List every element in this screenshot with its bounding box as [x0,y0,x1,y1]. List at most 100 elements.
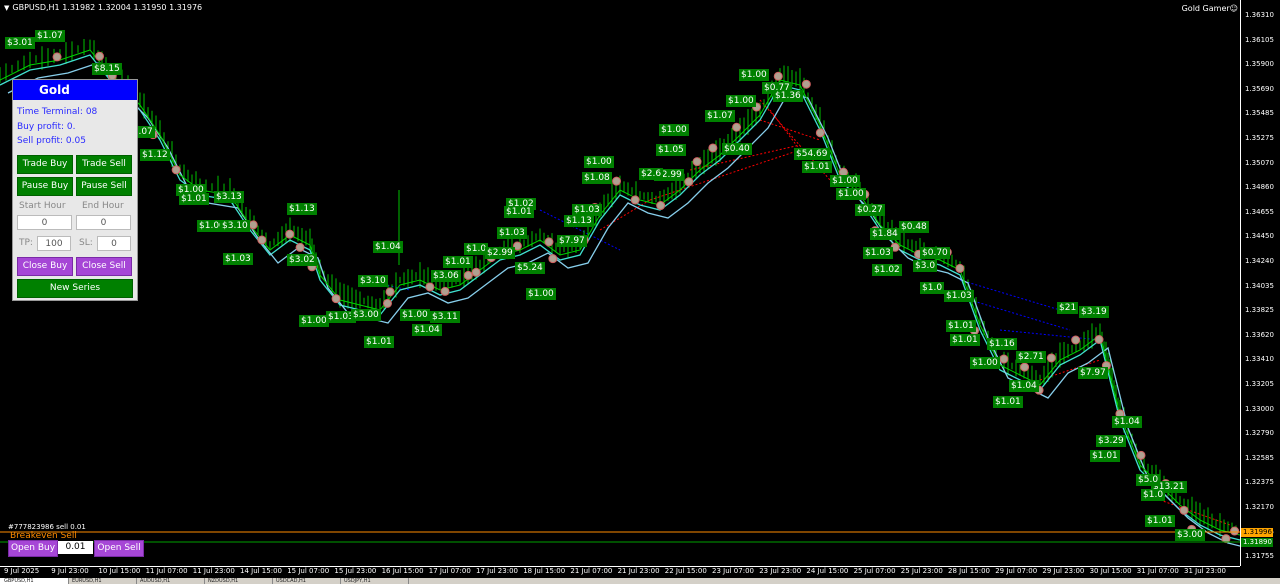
trade-marker [285,229,295,239]
tab-usdcad-h1[interactable]: USDCAD,H1 [272,578,341,584]
trade-marker [999,354,1009,364]
profit-label: $1.0 [1141,489,1166,501]
time-terminal: Time Terminal: 08 [17,107,98,117]
trade-buy-button[interactable]: Trade Buy [17,155,73,174]
close-buy-button[interactable]: Close Buy [17,257,73,276]
profit-label: $1.01 [443,256,473,268]
open-buy-button[interactable]: Open Buy [8,540,58,557]
profit-label: $1.01 [179,193,209,205]
profit-label: $1.0 [920,282,945,294]
time-tick: 21 Jul 07:00 [570,567,613,575]
trade-marker [548,254,558,264]
tp-price-tag: 1.31890 [1241,538,1273,547]
trade-marker [295,242,305,252]
pause-buy-button[interactable]: Pause Buy [17,177,73,196]
trade-marker [1046,353,1056,363]
tp-label: TP: [19,238,33,248]
new-series-button[interactable]: New Series [17,279,133,298]
profit-label: $1.84 [870,228,900,240]
ea-name: Gold Gamer☺ [1181,4,1238,13]
trade-marker [955,263,965,273]
price-tick: 1.32585 [1245,453,1274,462]
time-tick: 30 Jul 15:00 [1089,567,1132,575]
profit-label: $1.02 [872,264,902,276]
price-tick: 1.34035 [1245,281,1274,290]
time-tick: 25 Jul 23:00 [900,567,943,575]
price-axis[interactable]: 1.36310 1.36105 1.35900 1.35690 1.35485 1.352… [1240,0,1280,566]
tab-usdjpy-h1[interactable]: USDJPY,H1 [340,578,409,584]
profit-label: $1.00 [400,309,430,321]
trade-marker [385,287,395,297]
profit-label: $1.36 [773,90,803,102]
time-tick: 29 Jul 23:00 [1042,567,1085,575]
trade-marker [52,52,62,62]
profit-label: $54.69 [794,148,830,160]
price-tick: 1.35690 [1245,84,1274,93]
profit-label: $1.16 [987,338,1017,350]
trade-marker [1094,334,1104,344]
time-tick: 15 Jul 07:00 [287,567,330,575]
profit-label: $1.00 [659,124,689,136]
trade-sell-button[interactable]: Trade Sell [76,155,132,174]
symbol-tabs: GBPUSD,H1 EURUSD,H1 AUDUSD,H1 NZDUSD,H1 USDC… [0,578,1280,584]
profit-label: $1.01 [1145,515,1175,527]
profit-label: $1.00 [836,188,866,200]
profit-label: $2.6 [639,168,664,180]
collapse-icon[interactable]: ▼ [4,4,9,12]
time-tick: 24 Jul 15:00 [806,567,849,575]
time-tick: 29 Jul 07:00 [995,567,1038,575]
start-hour-input[interactable]: 0 [17,215,72,230]
profit-label: $1.01 [950,334,980,346]
price-tick: 1.34860 [1245,183,1274,192]
profit-label: $1.03 [223,253,253,265]
profit-label: $1.01 [504,206,534,218]
price-chart[interactable] [0,0,1240,566]
time-tick: 23 Jul 07:00 [712,567,754,575]
tab-gbpusd-h1[interactable]: GBPUSD,H1 [0,578,69,584]
profit-label: $3.02 [287,254,317,266]
trade-marker [1020,362,1030,372]
tab-audusd-h1[interactable]: AUDUSD,H1 [136,578,205,584]
buy-profit: Buy profit: 0. [17,122,76,132]
end-hour-input[interactable]: 0 [76,215,131,230]
time-tick: 31 Jul 23:00 [1184,567,1226,575]
price-tick: 1.34240 [1245,257,1274,265]
trade-marker [1179,505,1189,515]
time-tick: 10 Jul 15:00 [98,567,141,575]
open-sell-button[interactable]: Open Sell [94,540,144,557]
pause-sell-button[interactable]: Pause Sell [76,177,132,196]
symbol-info: GBPUSD,H1 1.31982 1.32004 1.31950 1.3197… [12,3,203,12]
profit-label: $1.04 [1112,416,1142,428]
profit-label: $3.00 [1175,529,1205,541]
profit-label: $1.00 [970,357,1000,369]
profit-label: $3.06 [431,270,461,282]
trade-marker [382,298,392,308]
chart-window[interactable]: ▼ GBPUSD,H1 1.31982 1.32004 1.31950 1.319… [0,0,1280,584]
time-tick: 16 Jul 15:00 [381,567,424,575]
profit-label: $1.00 [830,175,860,187]
tab-eurusd-h1[interactable]: EURUSD,H1 [68,578,137,584]
trade-marker [815,128,825,138]
profit-label: $1.00 [739,69,769,81]
tp-input[interactable]: 100 [37,236,71,251]
tab-nzdusd-h1[interactable]: NZDUSD,H1 [204,578,273,584]
trade-marker [331,294,341,304]
profit-label: $7.97 [557,235,587,247]
panel-title: Gold [13,80,137,100]
profit-label: $2.99 [485,247,515,259]
price-tick: 1.32790 [1245,429,1274,438]
time-tick: 22 Jul 15:00 [664,567,707,575]
profit-label: $0.27 [855,204,885,216]
profit-label: $3.19 [1079,306,1109,318]
price-tick: 1.36105 [1245,35,1274,44]
lot-input[interactable]: 0.01 [58,541,93,554]
profit-label: $1.13 [564,215,594,227]
close-sell-button[interactable]: Close Sell [76,257,132,276]
time-tick: 17 Jul 07:00 [428,567,471,575]
time-tick: 21 Jul 23:00 [617,567,660,575]
profit-label: $1.05 [656,144,686,156]
sl-input[interactable]: 0 [97,236,131,251]
symbol-header: ▼ GBPUSD,H1 1.31982 1.32004 1.31950 1.319… [4,3,202,12]
time-tick: 11 Jul 07:00 [145,567,188,575]
trade-marker [630,195,640,205]
